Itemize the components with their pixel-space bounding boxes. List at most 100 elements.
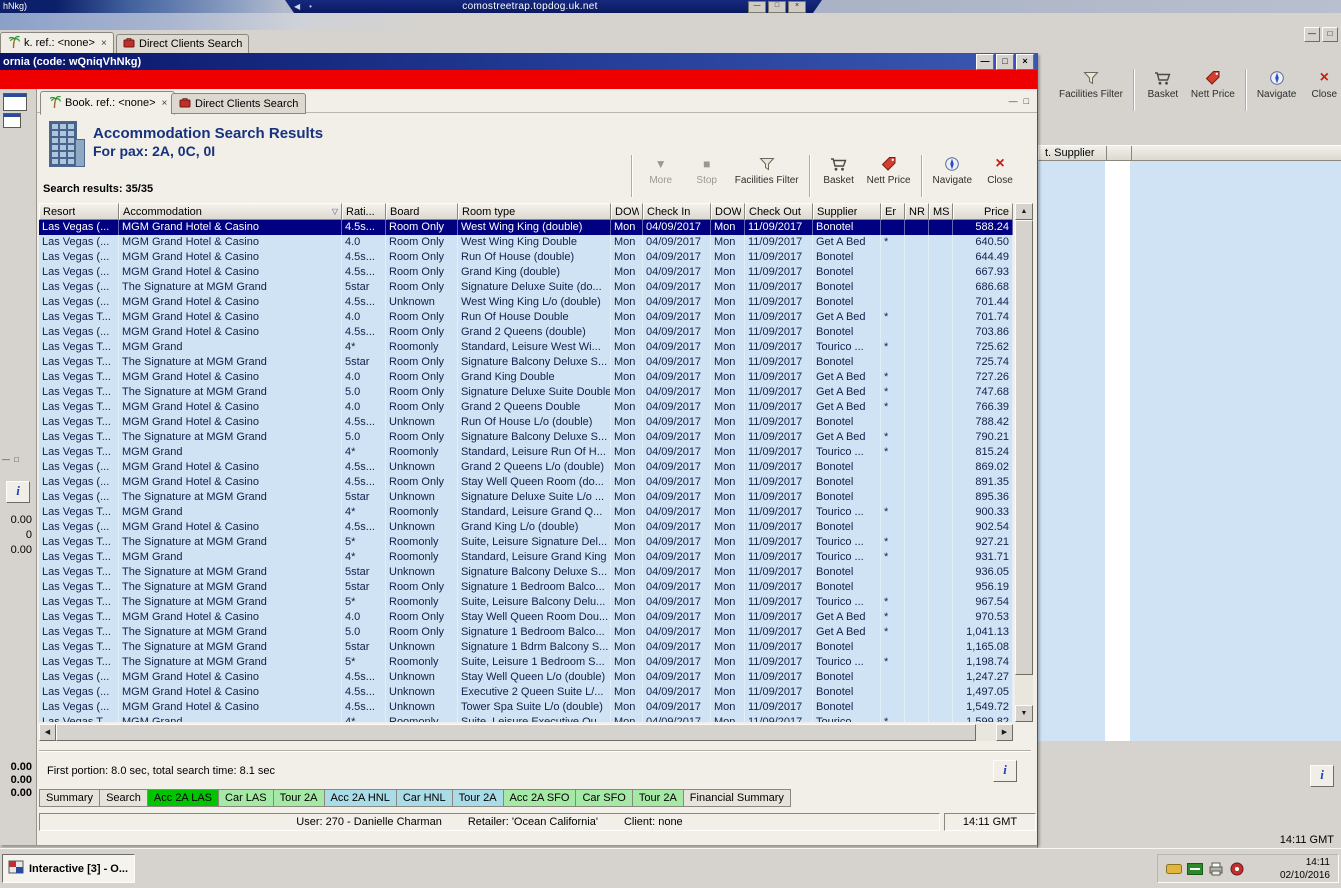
table-row[interactable]: Las Vegas T... The Signature at MGM Grand… (39, 385, 1013, 400)
table-row[interactable]: Las Vegas (... MGM Grand Hotel & Casino 4.… (39, 685, 1013, 700)
table-row[interactable]: Las Vegas T... MGM Grand 4* Roomonly Standar… (39, 550, 1013, 565)
table-row[interactable]: Las Vegas T... The Signature at MGM Grand… (39, 625, 1013, 640)
table-row[interactable]: Las Vegas T... The Signature at MGM Grand… (39, 355, 1013, 370)
column-header-nr[interactable]: NR (905, 203, 929, 220)
table-row[interactable]: Las Vegas T... MGM Grand Hotel & Casino 4.… (39, 400, 1013, 415)
bottom-tab-tour-2a[interactable]: Tour 2A (272, 789, 325, 807)
table-row[interactable]: Las Vegas T... The Signature at MGM Grand… (39, 655, 1013, 670)
close-button[interactable]: × Close (977, 153, 1023, 187)
background-tab-direct-clients[interactable]: Direct Clients Search (116, 34, 250, 53)
column-header-dow[interactable]: DOW (611, 203, 643, 220)
dialog-maximize-button[interactable]: □ (996, 53, 1014, 70)
column-header-price[interactable]: Price (953, 203, 1013, 220)
table-row[interactable]: Las Vegas (... The Signature at MGM Grand… (39, 490, 1013, 505)
panel-restore-icon[interactable]: □ (14, 455, 19, 464)
close-button[interactable]: × Close (1301, 67, 1341, 101)
back-icon[interactable]: ◀ (294, 0, 300, 13)
table-row[interactable]: Las Vegas T... MGM Grand Hotel & Casino 4.… (39, 415, 1013, 430)
bottom-tab-tour-2a[interactable]: Tour 2A (451, 789, 504, 807)
browser-minimize-button[interactable]: — (748, 1, 766, 13)
tab-book-ref[interactable]: Book. ref.: <none> × (40, 91, 176, 115)
tray-printer-icon[interactable] (1208, 861, 1224, 877)
bottom-tab-tour-2a[interactable]: Tour 2A (631, 789, 684, 807)
table-row[interactable]: Las Vegas T... The Signature at MGM Grand… (39, 565, 1013, 580)
table-row[interactable]: Las Vegas (... MGM Grand Hotel & Casino 4.… (39, 220, 1013, 235)
column-header-accommodation[interactable]: Accommodation ▽ (119, 203, 342, 220)
table-row[interactable]: Las Vegas (... MGM Grand Hotel & Casino 4.… (39, 700, 1013, 715)
table-row[interactable]: Las Vegas (... MGM Grand Hotel & Casino 4.… (39, 520, 1013, 535)
dialog-titlebar[interactable]: ornia (code: wQniqVhNkg) — □ × (0, 53, 1037, 70)
info-button[interactable]: i (1310, 765, 1334, 787)
bottom-tab-search[interactable]: Search (99, 789, 148, 807)
facilities-filter-button[interactable]: Facilities Filter (730, 153, 804, 187)
basket-button[interactable]: Basket (816, 153, 862, 187)
browser-close-button[interactable]: × (788, 1, 806, 13)
mdi-restore-button[interactable]: □ (1322, 27, 1338, 42)
bottom-tab-car-hnl[interactable]: Car HNL (395, 789, 453, 807)
table-row[interactable]: Las Vegas (... MGM Grand Hotel & Casino 4.… (39, 325, 1013, 340)
column-header-er[interactable]: Er (881, 203, 905, 220)
column-header-room-type[interactable]: Room type (458, 203, 611, 220)
bottom-tab-car-las[interactable]: Car LAS (218, 789, 274, 807)
nett-price-button[interactable]: Nett Price (1186, 67, 1240, 101)
column-header-dow[interactable]: DOW (711, 203, 745, 220)
panel-minimize-icon[interactable]: — (2, 455, 10, 464)
facilities-filter-button[interactable]: Facilities Filter (1054, 67, 1128, 101)
scroll-right-icon[interactable]: ▶ (996, 724, 1013, 741)
scroll-down-icon[interactable]: ▼ (1015, 705, 1033, 722)
column-header-ms[interactable]: MS (929, 203, 953, 220)
dialog-close-button[interactable]: × (1016, 53, 1034, 70)
mini-window-icon[interactable] (3, 113, 21, 128)
vertical-scrollbar[interactable]: ▲ ▼ (1015, 203, 1033, 722)
tab-close-icon[interactable]: × (162, 98, 168, 109)
column-filter-icon[interactable]: ▽ (332, 207, 338, 216)
table-row[interactable]: Las Vegas T... The Signature at MGM Grand… (39, 640, 1013, 655)
bottom-tab-car-sfo[interactable]: Car SFO (575, 789, 633, 807)
mdi-minimize-button[interactable]: — (1304, 27, 1320, 42)
taskbar-clock[interactable]: 14:11 02/10/2016 (1280, 856, 1330, 882)
vertical-scroll-thumb[interactable] (1015, 220, 1033, 675)
table-row[interactable]: Las Vegas T... MGM Grand 4* Roomonly Standar… (39, 445, 1013, 460)
taskbar-task-button[interactable]: Interactive [3] - O... (2, 854, 135, 883)
tray-status-icon[interactable] (1229, 861, 1245, 877)
tab-direct-clients-search[interactable]: Direct Clients Search (171, 93, 307, 114)
table-row[interactable]: Las Vegas (... MGM Grand Hotel & Casino 4.… (39, 670, 1013, 685)
table-row[interactable]: Las Vegas T... The Signature at MGM Grand… (39, 430, 1013, 445)
table-row[interactable]: Las Vegas T... The Signature at MGM Grand… (39, 580, 1013, 595)
horizontal-scrollbar[interactable]: ◀ ▶ (39, 724, 1013, 741)
navigate-button[interactable]: Navigate (1252, 67, 1301, 101)
bottom-tab-acc-2a-sfo[interactable]: Acc 2A SFO (502, 789, 577, 807)
background-tab-book-ref[interactable]: k. ref.: <none> × (0, 32, 114, 53)
table-row[interactable]: Las Vegas (... MGM Grand Hotel & Casino 4.… (39, 250, 1013, 265)
table-row[interactable]: Las Vegas T... MGM Grand Hotel & Casino 4.… (39, 370, 1013, 385)
bottom-tab-summary[interactable]: Summary (39, 789, 101, 807)
more-button[interactable]: ▼ More (638, 153, 684, 187)
basket-button[interactable]: Basket (1140, 67, 1186, 101)
column-header-check-in[interactable]: Check In (643, 203, 711, 220)
bottom-tab-acc-2a-hnl[interactable]: Acc 2A HNL (323, 789, 397, 807)
column-header-board[interactable]: Board (386, 203, 458, 220)
table-row[interactable]: Las Vegas T... MGM Grand 4* Roomonly Standar… (39, 340, 1013, 355)
table-row[interactable]: Las Vegas T... MGM Grand Hotel & Casino 4.… (39, 310, 1013, 325)
mini-window-icon[interactable] (3, 93, 27, 111)
table-row[interactable]: Las Vegas (... MGM Grand Hotel & Casino 4.… (39, 460, 1013, 475)
nett-price-button[interactable]: Nett Price (862, 153, 916, 187)
panel-minimize-icon[interactable]: — (1009, 96, 1018, 106)
scroll-up-icon[interactable]: ▲ (1015, 203, 1033, 220)
bottom-tab-financial-summary[interactable]: Financial Summary (682, 789, 791, 807)
table-row[interactable]: Las Vegas T... The Signature at MGM Grand… (39, 535, 1013, 550)
tray-language-icon[interactable] (1187, 861, 1203, 877)
column-header-supplier[interactable]: Supplier (813, 203, 881, 220)
table-row[interactable]: Las Vegas T... MGM Grand Hotel & Casino 4.… (39, 610, 1013, 625)
table-row[interactable]: Las Vegas (... MGM Grand Hotel & Casino 4.… (39, 475, 1013, 490)
table-row[interactable]: Las Vegas T... MGM Grand 4* Roomonly Standar… (39, 505, 1013, 520)
table-row[interactable]: Las Vegas (... MGM Grand Hotel & Casino 4.… (39, 235, 1013, 250)
info-button[interactable]: i (993, 760, 1017, 782)
background-column-header[interactable]: t. Supplier (1038, 145, 1341, 161)
dialog-minimize-button[interactable]: — (976, 53, 994, 70)
table-row[interactable]: Las Vegas (... MGM Grand Hotel & Casino 4.… (39, 295, 1013, 310)
stop-button[interactable]: ■ Stop (684, 153, 730, 187)
table-row[interactable]: Las Vegas (... MGM Grand Hotel & Casino 4.… (39, 265, 1013, 280)
table-row[interactable]: Las Vegas T... The Signature at MGM Grand… (39, 595, 1013, 610)
scroll-left-icon[interactable]: ◀ (39, 724, 56, 741)
